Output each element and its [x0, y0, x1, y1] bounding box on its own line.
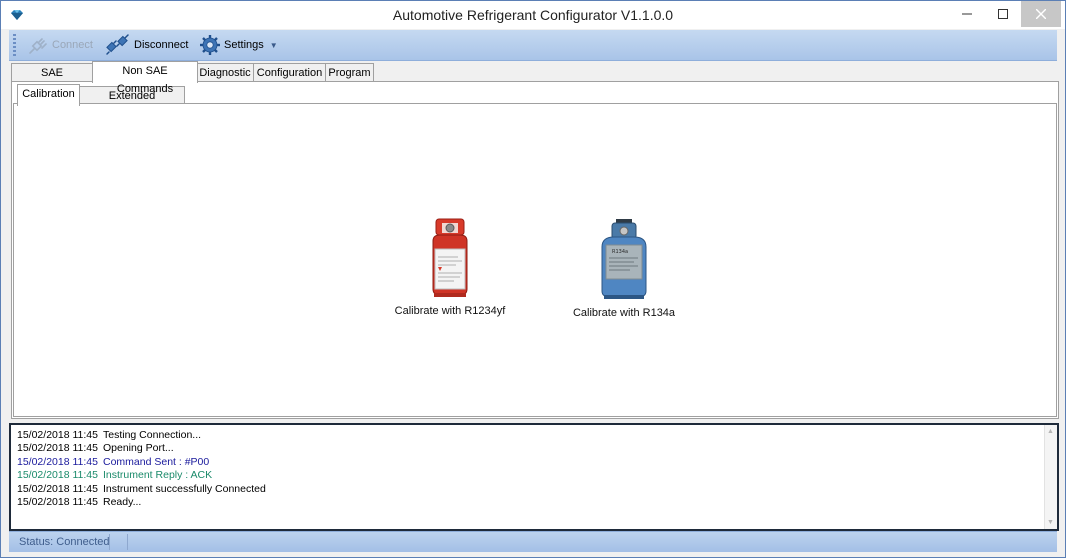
tab-non-sae-commands[interactable]: Non SAE Commands	[92, 61, 198, 95]
toolbar: Connect Disconnect Settings ▼	[9, 30, 1057, 61]
log-timestamp: 15/02/2018 11:45	[17, 442, 98, 455]
settings-label: Settings	[224, 39, 264, 51]
calibration-panel: Calibrate with R1234yf R134a Calibrate w…	[13, 103, 1057, 417]
status-separator	[109, 534, 110, 550]
cylinder-label-text: R134a	[612, 249, 628, 255]
connect-button[interactable]: Connect	[27, 33, 93, 57]
tab-configuration[interactable]: Configuration	[253, 63, 326, 82]
log-timestamp: 15/02/2018 11:45	[17, 455, 98, 468]
status-text: Status: Connected	[19, 536, 110, 548]
red-refrigerant-cylinder-icon	[432, 218, 468, 297]
log-message: Instrument Reply : ACK	[103, 469, 213, 482]
tab-program[interactable]: Program	[325, 63, 374, 82]
log-message: Opening Port...	[103, 442, 174, 455]
app-window: Automotive Refrigerant Configurator V1.1…	[0, 0, 1066, 558]
calibrate-r1234yf-label: Calibrate with R1234yf	[394, 305, 506, 317]
tab-label: Diagnostic	[199, 67, 251, 79]
tab-sae-commands[interactable]: SAE Commands	[11, 63, 93, 97]
settings-button[interactable]: Settings ▼	[199, 33, 278, 57]
gear-icon	[200, 35, 220, 55]
unplug-icon	[106, 34, 129, 55]
plug-icon	[29, 38, 47, 54]
log-scrollbar[interactable]: ▲ ▼	[1044, 425, 1057, 529]
disconnect-button[interactable]: Disconnect	[105, 33, 188, 57]
tab-label: Program	[328, 67, 371, 79]
log-message: Ready...	[103, 496, 142, 508]
blue-refrigerant-cylinder-icon: R134a	[601, 219, 647, 299]
disconnect-label: Disconnect	[134, 39, 189, 51]
log-entry: 15/02/2018 11:45 Ready...	[17, 496, 141, 509]
log-console[interactable]: 15/02/2018 11:45 Testing Connection... 15/…	[9, 423, 1059, 531]
tab-label: Configuration	[256, 67, 323, 79]
window-title: Automotive Refrigerant Configurator V1.1…	[392, 7, 674, 23]
tab-calibration[interactable]: Calibration	[17, 84, 80, 106]
minimize-button[interactable]	[949, 1, 985, 27]
log-timestamp: 15/02/2018 11:45	[17, 496, 98, 508]
tab-label: Calibration	[22, 88, 75, 100]
tab-diagnostic[interactable]: Diagnostic	[196, 63, 254, 82]
non-sae-commands-panel: Calibration Extended Commands	[11, 81, 1059, 419]
tab-label: Non SAE Commands	[116, 65, 174, 95]
log-entry: 15/02/2018 11:45 Testing Connection...	[17, 429, 201, 442]
log-entry: 15/02/2018 11:45 Command Sent : #P00	[17, 456, 209, 469]
status-separator	[127, 534, 128, 550]
close-icon	[1036, 9, 1046, 19]
log-timestamp: 15/02/2018 11:45	[17, 469, 98, 482]
log-timestamp: 15/02/2018 11:45	[17, 482, 98, 495]
log-message: Command Sent : #P00	[103, 455, 210, 468]
status-bar: Status: Connected	[9, 531, 1057, 552]
title-bar[interactable]: Automotive Refrigerant Configurator V1.1…	[1, 1, 1065, 29]
calibrate-r134a-label: Calibrate with R134a	[572, 307, 676, 319]
maximize-button[interactable]	[985, 1, 1021, 27]
log-entry: 15/02/2018 11:45 Instrument Reply : ACK	[17, 469, 212, 482]
close-button[interactable]	[1021, 1, 1061, 27]
log-message: Instrument successfully Connected	[103, 482, 266, 495]
minimize-icon	[962, 13, 972, 15]
toolbar-grip[interactable]	[13, 34, 16, 56]
scroll-up-icon[interactable]: ▲	[1047, 428, 1054, 435]
connect-label: Connect	[52, 39, 93, 51]
calibrate-r134a-button[interactable]: R134a Calibrate with R134a	[554, 217, 694, 319]
log-message: Testing Connection...	[103, 429, 202, 441]
log-entry: 15/02/2018 11:45 Opening Port...	[17, 442, 174, 455]
calibrate-r1234yf-button[interactable]: Calibrate with R1234yf	[380, 217, 520, 317]
log-timestamp: 15/02/2018 11:45	[17, 429, 98, 441]
log-entry: 15/02/2018 11:45 Instrument successfully …	[17, 483, 266, 496]
maximize-icon	[998, 9, 1008, 19]
scroll-down-icon[interactable]: ▼	[1047, 519, 1054, 526]
chevron-down-icon[interactable]: ▼	[270, 41, 278, 50]
